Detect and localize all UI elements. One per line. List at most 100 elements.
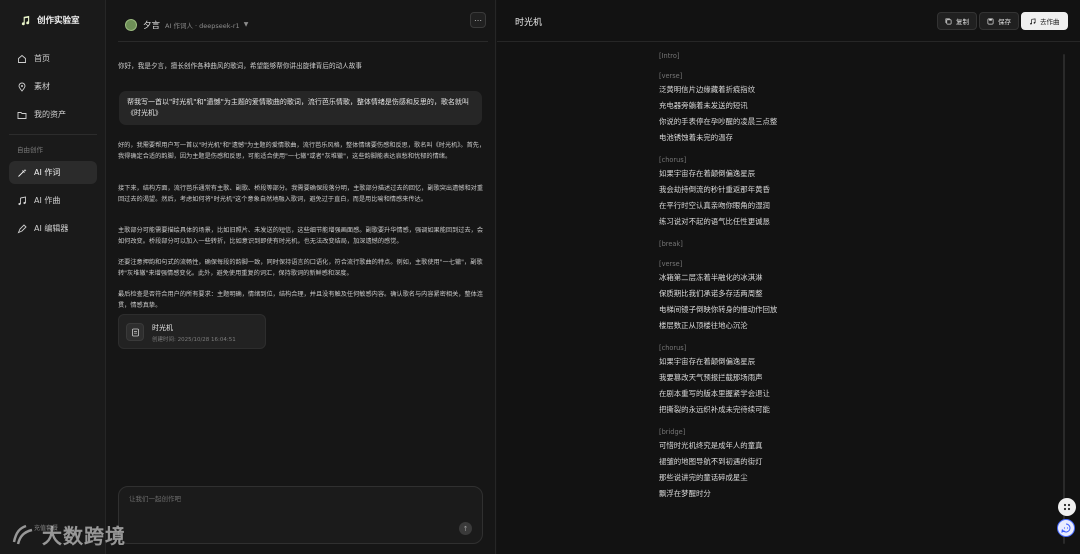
assistant-paragraph: 还要注意押韵和句式的流畅性，确保每段的韵脚一致，同时保持语言的口语化，符合流行歌… [118, 259, 483, 277]
arrow-up-icon: ↑ [462, 524, 469, 533]
section-tag: [Intro] [659, 52, 680, 60]
compose-button[interactable]: 去作曲 [1021, 12, 1068, 30]
section-tag: [verse] [659, 260, 683, 268]
agent-model[interactable]: AI 作词人 · deepseek-r1 [165, 20, 240, 30]
editor-icon [17, 223, 27, 233]
assistant-greeting: 你好，我是夕言，擅长创作各种曲风的歌词，希望能够帮你讲出旋律背后的动人故事 [118, 62, 362, 70]
lyric-line: 在剧本重写的版本里握紧学会退让 [659, 389, 770, 398]
watermark-logo-icon [12, 524, 33, 544]
assistant-paragraph: 最后检查是否符合用户的所有要求：主题明确，情绪到位，结构合理，并且没有触及任何敏… [118, 291, 484, 309]
pen-sparkle-icon [18, 168, 27, 177]
save-button[interactable]: 保存 [979, 12, 1019, 30]
file-created-time: 创建时间: 2025/10/28 16:04:51 [152, 337, 236, 343]
lyric-line: 飘浮在梦醒时分 [659, 489, 711, 498]
chevron-down-icon[interactable]: ▼ [244, 21, 249, 28]
lyric-line: 你说的手表停在孕吵醒的凌晨三点整 [659, 117, 778, 126]
lyrics-header: 时光机 复制 保存 去作曲 [497, 0, 1080, 42]
copy-label: 复制 [956, 18, 969, 26]
document-icon [126, 323, 144, 341]
home-icon [18, 54, 26, 63]
watermark: 充值套餐 大数跨境 [10, 520, 126, 549]
lyrics-body: [Intro] [verse] 泛黄明信片边缘藏着折痕指纹 充电器旁躺着未发送的短讯你… [659, 50, 959, 502]
file-name: 时光机 [152, 324, 173, 332]
chat-header: 夕言 AI 作词人 · deepseek-r1 ▼ ⋯ [118, 8, 488, 42]
lyric-line: 楼层数正从顶楼往地心沉沦 [659, 321, 748, 330]
lyric-line: 可惜时光机终究是成年人的童真 [659, 441, 763, 450]
sidebar: 创作实验室 首页 素材 我的资产 自由创作 AI 作词 AI 作曲 AI 编辑器 [0, 0, 106, 554]
ellipsis-icon: ⋯ [474, 15, 482, 25]
lyrics-title: 时光机 [515, 18, 543, 28]
lyric-line: 如果宇宙存在着颠倒偏逸星辰 [659, 357, 756, 366]
sidebar-item-label: AI 编辑器 [34, 224, 69, 233]
section-tag: [chorus] [659, 156, 687, 164]
assistant-paragraph: 好的，我需要帮用户写一首以"时光机"和"遗憾"为主题的爱情歌曲，流行芭乐风格，整… [118, 142, 486, 160]
chat-panel: 夕言 AI 作词人 · deepseek-r1 ▼ ⋯ 你好，我是夕言，擅长创作… [106, 0, 496, 554]
location-pin-icon [18, 82, 26, 92]
lyric-line: 充电器旁躺着未发送的短讯 [659, 101, 748, 110]
agent-name[interactable]: 夕言 [143, 19, 160, 31]
avatar [125, 18, 137, 31]
sidebar-item-ai-editor[interactable]: AI 编辑器 [9, 217, 97, 240]
notification-button[interactable] [1058, 498, 1076, 516]
lyric-line: 电梯间镜子倒映你转身的慢动作回放 [659, 305, 778, 314]
section-tag: [chorus] [659, 344, 687, 352]
grid-dots-icon [1063, 503, 1071, 511]
more-options-button[interactable]: ⋯ [470, 12, 486, 28]
section-tag: [break] [659, 240, 683, 248]
lyric-line: 如果宇宙存在着颠倒偏逸星辰 [659, 169, 756, 178]
lyric-line: 褪皱的地图导航不到初遇的街灯 [659, 457, 763, 466]
sidebar-item-label: AI 作词 [34, 168, 61, 177]
assistant-paragraph: 接下来，结构方面，流行芭乐通常有主歌、副歌、桥段等部分。我需要确保段落分明，主歌… [118, 185, 484, 203]
lyrics-file-card[interactable]: 时光机 创建时间: 2025/10/28 16:04:51 [118, 314, 266, 349]
send-button[interactable]: ↑ [459, 522, 472, 535]
sidebar-divider [9, 134, 97, 135]
folder-icon [17, 111, 27, 119]
support-chat-icon [1061, 523, 1071, 533]
sidebar-item-ai-compose[interactable]: AI 作曲 [9, 189, 97, 212]
lyric-line: 练习说对不起的语气比任性更诚恳 [659, 217, 770, 226]
copy-button[interactable]: 复制 [937, 12, 977, 30]
music-note-logo-icon [21, 15, 30, 25]
sidebar-item-label: AI 作曲 [34, 196, 61, 205]
sidebar-item-home[interactable]: 首页 [9, 47, 97, 70]
save-label: 保存 [998, 18, 1011, 26]
lyric-line: 我要篡改天气预报拦截那场雨声 [659, 373, 763, 382]
sidebar-item-ai-lyrics[interactable]: AI 作词 [9, 161, 97, 184]
assistant-paragraph: 主歌部分可能需要描绘具体的场景，比如旧照片、未发送的短信，这些细节能增强画面感。… [118, 227, 484, 245]
lyrics-panel: 时光机 复制 保存 去作曲 [Intro] [verse] 泛黄明信片边缘藏着折痕指… [497, 0, 1080, 554]
watermark-subtext: 充值套餐 [34, 525, 59, 532]
scrollbar[interactable] [1063, 54, 1065, 544]
save-icon [987, 18, 994, 24]
section-tag: [bridge] [659, 428, 686, 436]
message-composer: ↑ [118, 486, 483, 544]
music-note-icon [1030, 17, 1036, 24]
support-chat-button[interactable] [1057, 519, 1075, 537]
lyric-line: 在平行时空认真亲吻你眼角的湿润 [659, 201, 770, 210]
brand[interactable]: 创作实验室 [20, 14, 80, 26]
sidebar-item-label: 我的资产 [34, 110, 66, 119]
sidebar-section-label: 自由创作 [17, 146, 43, 154]
lyric-line: 保质期比我们承诺多存活两周整 [659, 289, 763, 298]
sidebar-item-materials[interactable]: 素材 [9, 75, 97, 98]
section-tag: [verse] [659, 72, 683, 80]
lyric-line: 那些说讲完的童话碎成星尘 [659, 473, 748, 482]
music-note-icon [18, 195, 26, 205]
lyric-line: 电池锈蚀着未完的温存 [659, 133, 733, 142]
lyric-line: 泛黄明信片边缘藏着折痕指纹 [659, 85, 756, 94]
lyric-line: 把撕裂的永远织补成未完待续可能 [659, 405, 770, 414]
lyric-line: 冰箱第二层冻着半融化的冰淇淋 [659, 273, 763, 282]
user-message: 帮我写一首以"时光机"和"遗憾"为主题的爱情歌曲的歌词，流行芭乐情歌，整体情绪是… [119, 91, 482, 125]
copy-icon [945, 18, 952, 24]
message-input[interactable] [129, 495, 429, 503]
sidebar-item-label: 素材 [34, 82, 50, 91]
sidebar-item-assets[interactable]: 我的资产 [9, 103, 97, 126]
sidebar-item-label: 首页 [34, 54, 50, 63]
lyric-line: 我会劫持倒流的秒针重返那年黄昏 [659, 185, 770, 194]
compose-label: 去作曲 [1040, 18, 1060, 26]
app-name: 创作实验室 [37, 16, 80, 26]
